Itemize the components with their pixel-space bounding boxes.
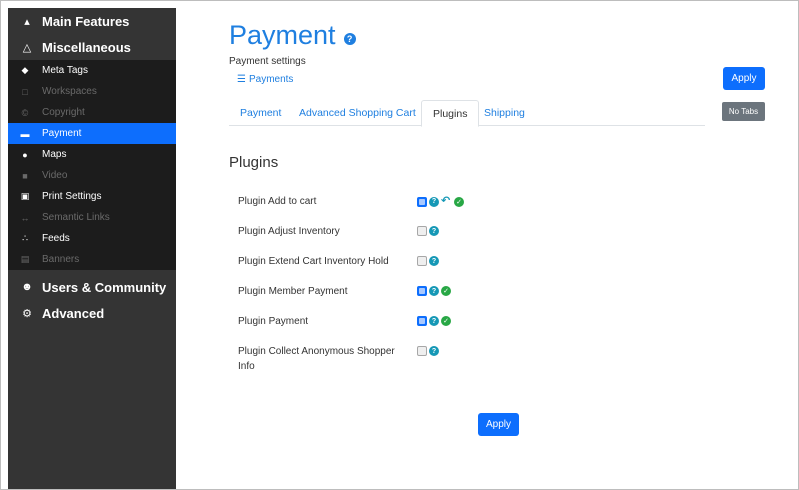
- page-subtitle: Payment settings: [229, 56, 306, 67]
- plugin-checkbox[interactable]: [417, 346, 427, 356]
- sidebar-item-label: Maps: [42, 149, 67, 160]
- no-tabs-button[interactable]: No Tabs: [722, 102, 765, 121]
- plugin-label: Plugin Payment: [238, 316, 309, 327]
- sidebar-item-label: Copyright: [42, 107, 85, 118]
- rss-icon: ∴: [22, 233, 28, 243]
- help-icon[interactable]: ?: [429, 316, 439, 326]
- bank-icon: ▴: [24, 15, 30, 28]
- sidebar: ▴ Main Features △ Miscellaneous ◆ Meta T…: [8, 8, 176, 489]
- tab-advanced-shopping-cart[interactable]: Advanced Shopping Cart: [299, 100, 416, 126]
- apply-button-bottom[interactable]: Apply: [478, 413, 519, 436]
- tab-payment[interactable]: Payment: [240, 100, 281, 126]
- plugin-controls: ?: [417, 256, 441, 266]
- sidebar-item-users-community[interactable]: ☻ Users & Community: [8, 274, 176, 300]
- plugin-label: Plugin Collect Anonymous Shopper Info: [238, 344, 395, 374]
- sidebar-item-banners: ▤ Banners: [8, 249, 176, 270]
- plugin-controls: ?: [417, 226, 441, 236]
- sidebar-item-label: Print Settings: [42, 191, 102, 202]
- credit-card-icon: ▬: [20, 128, 30, 139]
- film-icon: ▤: [20, 254, 30, 264]
- check-icon: ✓: [454, 196, 464, 207]
- sidebar-item-label: Video: [42, 170, 68, 181]
- help-icon[interactable]: ?: [429, 346, 439, 356]
- plugin-controls: ? ✓: [417, 316, 453, 326]
- sidebar-item-label: Meta Tags: [42, 65, 88, 76]
- tab-bar: Payment Advanced Shopping Cart Plugins S…: [229, 100, 705, 127]
- tab-plugins[interactable]: Plugins: [421, 100, 480, 127]
- cogs-icon: ⚙: [22, 307, 32, 320]
- copyright-icon: ©: [21, 107, 29, 118]
- check-icon: ✓: [441, 316, 451, 326]
- help-icon[interactable]: ?: [343, 32, 356, 45]
- sidebar-item-print-settings[interactable]: ▣ Print Settings: [8, 186, 176, 207]
- sidebar-item-copyright: © Copyright: [8, 102, 176, 123]
- plugin-label-line2: Info: [238, 361, 255, 372]
- breadcrumb[interactable]: ☰ Payments: [237, 74, 293, 85]
- sidebar-item-label: Advanced: [42, 305, 105, 321]
- help-icon[interactable]: ?: [429, 196, 439, 207]
- plugin-controls: ? ↶ ✓: [417, 196, 466, 207]
- arrows-icon: ↔: [20, 212, 30, 223]
- plugin-label: Plugin Adjust Inventory: [238, 226, 340, 237]
- print-icon: ▣: [20, 191, 30, 201]
- map-marker-icon: ●: [22, 149, 28, 160]
- check-icon: ✓: [441, 286, 451, 296]
- sidebar-item-advanced[interactable]: ⚙ Advanced: [8, 300, 176, 326]
- sidebar-item-meta-tags[interactable]: ◆ Meta Tags: [8, 60, 176, 81]
- plugin-label: Plugin Add to cart: [238, 196, 317, 207]
- sidebar-submenu: ◆ Meta Tags □ Workspaces © Copyright ▬ P…: [8, 60, 176, 270]
- plugin-controls: ? ✓: [417, 286, 453, 296]
- plugin-controls: ?: [417, 346, 441, 356]
- section-title: Plugins: [229, 154, 279, 171]
- flask-icon: △: [22, 41, 32, 54]
- plugin-label: Plugin Member Payment: [238, 286, 348, 297]
- sidebar-item-miscellaneous[interactable]: △ Miscellaneous: [8, 34, 176, 60]
- help-icon[interactable]: ?: [429, 256, 439, 266]
- monitor-icon: □: [22, 86, 28, 97]
- breadcrumb-label: Payments: [248, 74, 294, 85]
- plugin-checkbox[interactable]: [417, 226, 427, 236]
- sidebar-item-label: Payment: [42, 128, 82, 139]
- plugin-label: Plugin Extend Cart Inventory Hold: [238, 256, 389, 267]
- sidebar-item-label: Users & Community: [42, 279, 167, 295]
- sidebar-item-semantic-links: ↔ Semantic Links: [8, 207, 176, 228]
- sidebar-item-label: Workspaces: [42, 86, 97, 97]
- sidebar-item-main-features[interactable]: ▴ Main Features: [8, 8, 176, 34]
- list-icon: ☰: [237, 74, 246, 85]
- sidebar-item-video: ■ Video: [8, 165, 176, 186]
- plugin-checkbox[interactable]: [417, 286, 427, 296]
- video-icon: ■: [22, 170, 28, 181]
- sidebar-item-maps[interactable]: ● Maps: [8, 144, 176, 165]
- sidebar-item-label: Feeds: [42, 233, 70, 244]
- apply-button-top[interactable]: Apply: [723, 67, 765, 90]
- plugin-checkbox[interactable]: [417, 316, 427, 326]
- plugin-checkbox[interactable]: [417, 256, 427, 266]
- tab-shipping[interactable]: Shipping: [484, 100, 525, 126]
- help-icon[interactable]: ?: [429, 226, 439, 236]
- sidebar-item-label: Semantic Links: [42, 212, 110, 223]
- sidebar-item-label: Banners: [42, 254, 80, 265]
- plugin-label-line1: Plugin Collect Anonymous Shopper: [238, 346, 395, 357]
- sidebar-item-payment[interactable]: ▬ Payment: [8, 123, 176, 144]
- undo-icon[interactable]: ↶: [441, 196, 452, 207]
- plugin-checkbox[interactable]: [417, 196, 427, 207]
- help-icon[interactable]: ?: [429, 286, 439, 296]
- main-content: Payment ? Payment settings ☰ Payments Ap…: [176, 8, 798, 489]
- page-title-text: Payment: [229, 20, 336, 50]
- sidebar-item-label: Miscellaneous: [42, 39, 131, 55]
- sidebar-item-workspaces: □ Workspaces: [8, 81, 176, 102]
- page-title: Payment ?: [229, 20, 356, 51]
- sidebar-item-label: Main Features: [42, 13, 130, 29]
- users-icon: ☻: [21, 281, 33, 293]
- sidebar-item-feeds[interactable]: ∴ Feeds: [8, 228, 176, 249]
- tag-icon: ◆: [21, 65, 29, 75]
